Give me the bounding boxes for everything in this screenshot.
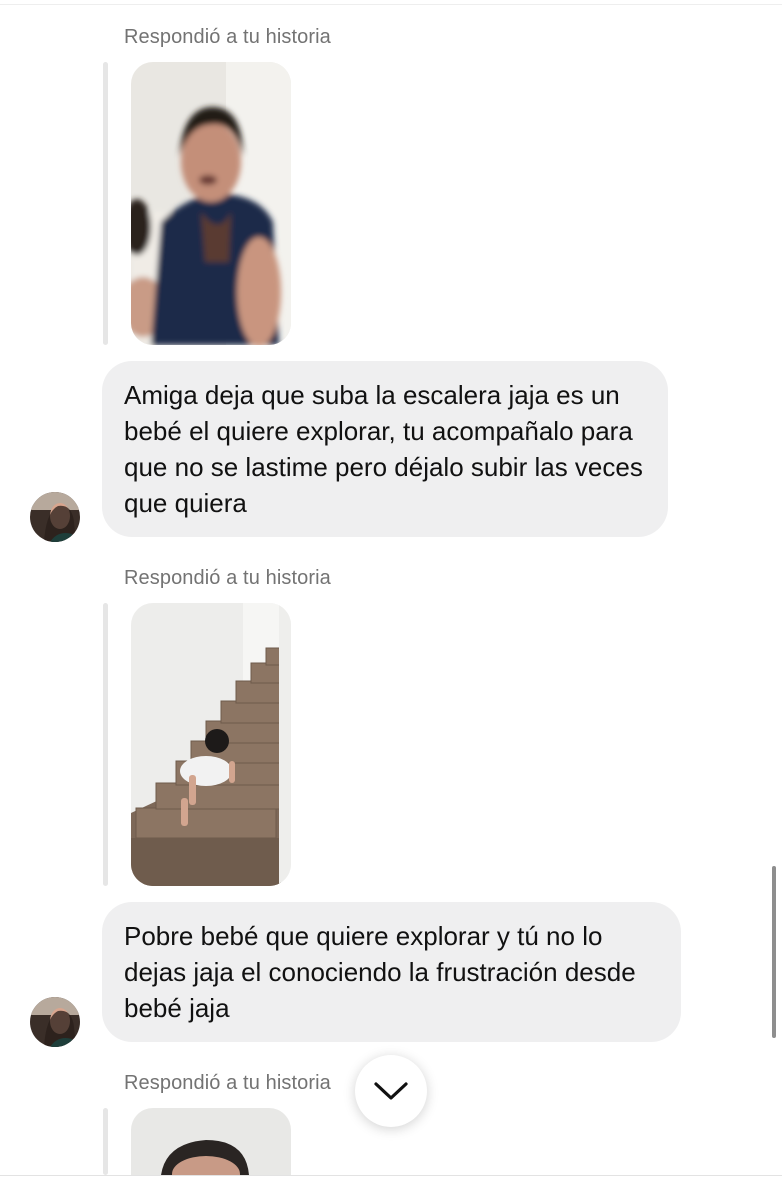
story-thumbnail[interactable] <box>131 1108 291 1175</box>
avatar[interactable] <box>30 997 80 1047</box>
story-reply-label: Respondió a tu historia <box>124 567 331 589</box>
top-divider <box>0 4 782 5</box>
message-bubble[interactable]: Pobre bebé que quiere explorar y tú no l… <box>102 902 681 1042</box>
story-reply-label: Respondió a tu historia <box>124 1072 331 1094</box>
story-reply-bar <box>103 1108 108 1175</box>
scroll-to-bottom-button[interactable] <box>355 1055 427 1127</box>
message-bubble[interactable]: Amiga deja que suba la escalera jaja es … <box>102 361 668 537</box>
story-thumbnail[interactable] <box>131 603 291 886</box>
avatar[interactable] <box>30 492 80 542</box>
composer-area <box>0 1176 782 1200</box>
scrollbar-thumb[interactable] <box>772 866 776 1038</box>
story-reply-bar <box>103 603 108 886</box>
story-reply-bar <box>103 62 108 345</box>
story-thumbnail[interactable] <box>131 62 291 345</box>
chevron-down-icon <box>372 1080 410 1102</box>
story-reply-label: Respondió a tu historia <box>124 26 331 48</box>
